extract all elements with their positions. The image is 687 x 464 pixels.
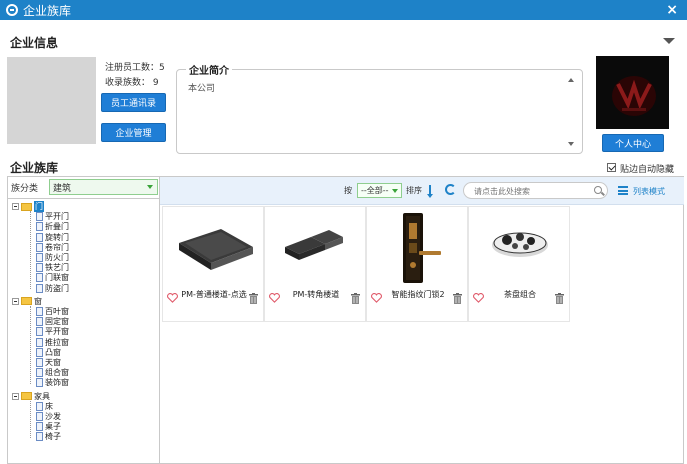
company-intro-box[interactable] [176,69,583,154]
search-input[interactable] [474,185,584,197]
folder-icon [21,202,32,211]
document-icon [36,368,43,378]
category-select-value: 建筑 [53,183,72,194]
family-card[interactable]: PM-普通楼道-点选 [162,206,264,322]
folder-icon [21,392,32,401]
auto-hide-label: 贴边自动隐藏 [620,165,675,175]
tree-node-label: 椅子 [45,432,61,442]
document-icon [36,422,43,432]
favorite-heart-icon[interactable] [473,293,484,303]
document-icon [36,347,43,357]
list-toolbar: 按 --全部-- 排序 列表模式 [160,177,684,205]
document-icon [36,222,43,232]
folder-icon [21,297,32,306]
sort-label: 排序 [406,186,422,195]
tree-node-item[interactable]: 防盗门 [36,283,69,294]
filter-by-label: 按 [344,186,352,195]
company-intro-text: 本公司 [188,84,216,94]
tree-node-item[interactable]: 装饰窗 [36,377,69,388]
collapse-toggle-icon[interactable] [12,392,19,400]
tea-tray-icon [492,232,548,257]
intro-scrollbar[interactable] [566,76,576,148]
personal-center-button[interactable]: 个人中心 [602,134,664,152]
corner-slab-icon [285,230,343,260]
document-icon [36,401,43,411]
tree-node-label: 装饰窗 [45,378,69,388]
family-card-name: 茶盘组合 [504,290,536,299]
tree-connector-line [30,305,31,384]
auto-hide-checkbox[interactable] [607,163,616,172]
company-logo-placeholder [7,57,96,144]
company-manage-button[interactable]: 企业管理 [101,123,166,142]
filter-select-value: --全部-- [361,186,389,195]
document-icon [36,337,43,347]
family-list-panel: 按 --全部-- 排序 列表模式 PM-普通楼道- [160,176,684,464]
floor-slab-icon [179,229,253,270]
category-label: 族分类 [11,184,39,194]
document-icon [36,253,43,262]
document-icon [36,232,43,242]
document-icon [36,283,43,293]
staff-directory-button[interactable]: 员工通讯录 [101,93,166,112]
document-icon [36,273,43,283]
collapse-toggle-icon[interactable] [12,297,19,305]
refresh-icon[interactable] [445,184,456,195]
title-bar: 企业族库 × [0,0,687,20]
document-icon [36,212,43,222]
door-lock-icon [403,213,441,283]
scroll-down-icon[interactable] [568,142,574,146]
chevron-down-icon [147,185,153,189]
document-icon [36,412,43,421]
document-icon [36,378,43,388]
document-icon [36,242,43,252]
close-icon[interactable]: × [666,3,678,17]
scroll-up-icon[interactable] [568,78,574,82]
delete-trash-icon[interactable] [555,293,564,304]
collected-families-count: 收录族数： 9 [105,78,159,88]
list-mode-toggle[interactable]: 列表模式 [633,186,665,197]
avatar [596,56,669,129]
document-icon [36,432,43,442]
family-card-name: 智能指纹门锁2 [391,290,445,299]
sort-arrow-icon[interactable] [427,185,433,198]
search-box[interactable] [463,182,608,199]
document-icon [36,327,43,337]
delete-trash-icon[interactable] [453,293,462,304]
search-icon[interactable] [594,186,602,194]
list-view-icon[interactable] [618,186,628,195]
collapse-arrow-icon[interactable] [663,38,675,44]
favorite-heart-icon[interactable] [269,293,280,303]
document-icon [36,317,43,327]
tree-connector-line [30,400,31,438]
company-intro-title: 企业简介 [186,62,232,77]
collapse-toggle-icon[interactable] [12,203,19,210]
filter-select[interactable]: --全部-- [357,183,402,198]
window-title: 企业族库 [23,3,72,18]
family-card-name: PM-转角楼道 [292,290,340,299]
delete-trash-icon[interactable] [351,293,360,304]
library-title: 企业族库 [10,161,59,175]
family-card[interactable]: 茶盘组合 [468,206,570,322]
category-tree-panel: 族分类 建筑 门平开门 折叠门 旋转门 卷帘门 防火门 铁艺门 门联窗 防盗门窗百叶窗 固定窗平… [7,176,160,464]
registered-staff-count: 注册员工数：5 [105,63,165,73]
tree-node-item[interactable]: 椅子 [36,431,61,442]
family-card[interactable]: PM-转角楼道 [264,206,366,322]
tree-connector-line [30,211,31,289]
main-window: 企业族库 × 企业信息 注册员工数：5 收录族数： 9 员工通讯录 企业管理 企… [0,0,687,464]
favorite-heart-icon[interactable] [371,293,382,303]
family-card[interactable]: 智能指纹门锁2 [366,206,468,322]
document-icon [36,358,43,367]
app-logo-icon [6,4,18,16]
delete-trash-icon[interactable] [249,293,258,304]
favorite-heart-icon[interactable] [167,293,178,303]
chevron-down-icon [392,189,398,193]
document-icon [36,263,43,273]
document-icon [36,307,43,316]
category-select[interactable]: 建筑 [49,179,158,195]
company-info-title: 企业信息 [10,36,59,50]
tree-node-label: 防盗门 [45,283,69,293]
category-row: 族分类 建筑 [8,177,159,199]
family-card-name: PM-普通楼道-点选 [181,290,247,299]
